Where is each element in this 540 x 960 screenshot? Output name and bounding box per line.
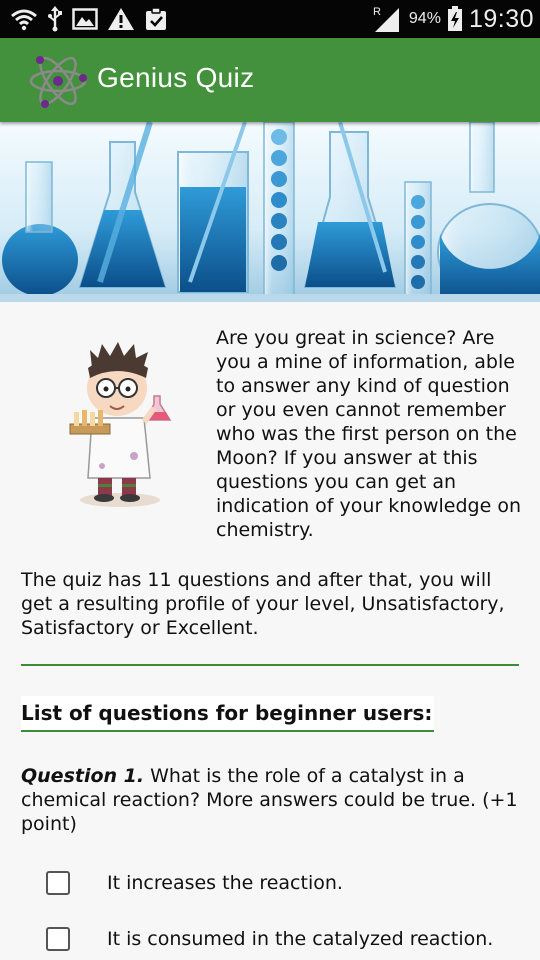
- answer-option-1[interactable]: It increases the reaction.: [46, 868, 343, 898]
- question-1: Question 1. What is the role of a cataly…: [21, 764, 526, 836]
- usb-icon: [48, 6, 62, 32]
- battery-icon: [447, 6, 462, 31]
- status-bar: R 94% 19:30: [0, 0, 540, 38]
- scientist-kid-illustration: [69, 342, 172, 507]
- roaming-indicator: R: [373, 6, 381, 18]
- checkbox-2[interactable]: [46, 927, 70, 951]
- question-number: Question 1.: [21, 765, 145, 787]
- answer-option-2[interactable]: It is consumed in the catalyzed reaction…: [46, 924, 493, 954]
- battery-percentage: 94%: [408, 10, 441, 27]
- notification-icons: [10, 6, 168, 32]
- main-content: Are you great in science? Are you a mine…: [0, 302, 540, 960]
- wifi-icon: [11, 9, 37, 31]
- checkbox-1[interactable]: [46, 871, 70, 895]
- signal-icon: R: [373, 6, 399, 32]
- section-title: List of questions for beginner users:: [21, 696, 435, 732]
- app-bar: Genius Quiz: [0, 38, 540, 122]
- answer-label-1: It increases the reaction.: [107, 872, 343, 894]
- warning-icon: [108, 8, 134, 30]
- image-icon: [72, 8, 98, 30]
- atom-icon: [29, 56, 87, 108]
- answer-label-2: It is consumed in the catalyzed reaction…: [107, 928, 494, 950]
- clipboard-icon: [146, 7, 166, 30]
- lab-glassware-banner: [0, 122, 540, 302]
- system-indicators: R 94% 19:30: [373, 4, 534, 34]
- quiz-summary: The quiz has 11 questions and after that…: [21, 569, 505, 639]
- divider: [21, 664, 519, 666]
- app-title: Genius Quiz: [97, 62, 255, 93]
- intro-text: Are you great in science? Are you a mine…: [216, 327, 521, 541]
- clock: 19:30: [468, 4, 534, 33]
